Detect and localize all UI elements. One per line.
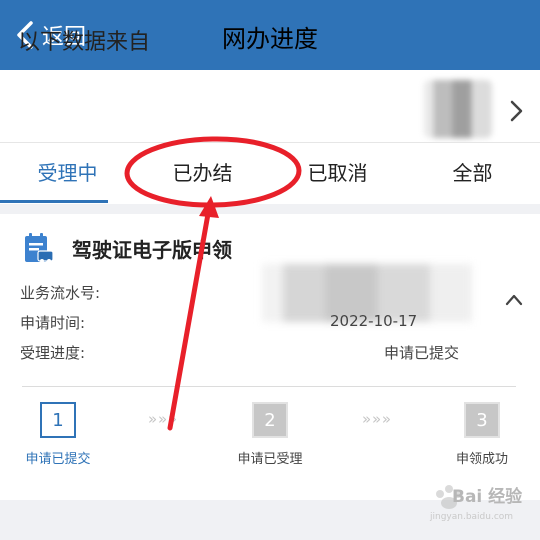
status-tabs: 受理中 已办结 已取消 全部 — [0, 142, 540, 206]
step-3-box: 3 — [464, 402, 500, 438]
watermark-brand: Bai 经验 — [452, 487, 523, 507]
tab-all[interactable]: 全部 — [405, 143, 540, 205]
watermark-url: jingyan.baidu.com — [430, 512, 514, 522]
progress-label: 受理进度: — [20, 344, 86, 362]
active-tab-underline — [0, 200, 108, 203]
tab-completed[interactable]: 已办结 — [135, 143, 270, 205]
progress-value: 申请已提交 — [384, 344, 460, 362]
step-2-box: 2 — [252, 402, 288, 438]
chevron-right-icon[interactable] — [506, 99, 526, 123]
step-1-label: 申请已提交 — [25, 452, 91, 467]
card-divider — [22, 386, 516, 387]
apply-time-value: 2022-10-17 — [330, 312, 418, 330]
apply-time-label: 申请时间: — [20, 314, 86, 332]
step-2-label: 申请已受理 — [237, 452, 303, 467]
serial-number-label: 业务流水号: — [20, 284, 101, 302]
tab-cancelled[interactable]: 已取消 — [270, 143, 405, 205]
chevron-up-icon[interactable] — [504, 292, 524, 308]
step-separator: » » » — [148, 410, 177, 428]
step-1-box: 1 — [40, 402, 76, 438]
step-separator: » » » — [362, 410, 391, 428]
card-title: 驾驶证电子版申领 — [72, 238, 232, 262]
data-source-label: 以下数据来自 — [18, 30, 151, 55]
tab-in-progress[interactable]: 受理中 — [0, 143, 135, 205]
section-gap — [0, 204, 540, 214]
license-document-icon — [25, 233, 54, 263]
source-avatar-blurred — [424, 80, 492, 138]
step-3-label: 申领成功 — [455, 452, 508, 467]
